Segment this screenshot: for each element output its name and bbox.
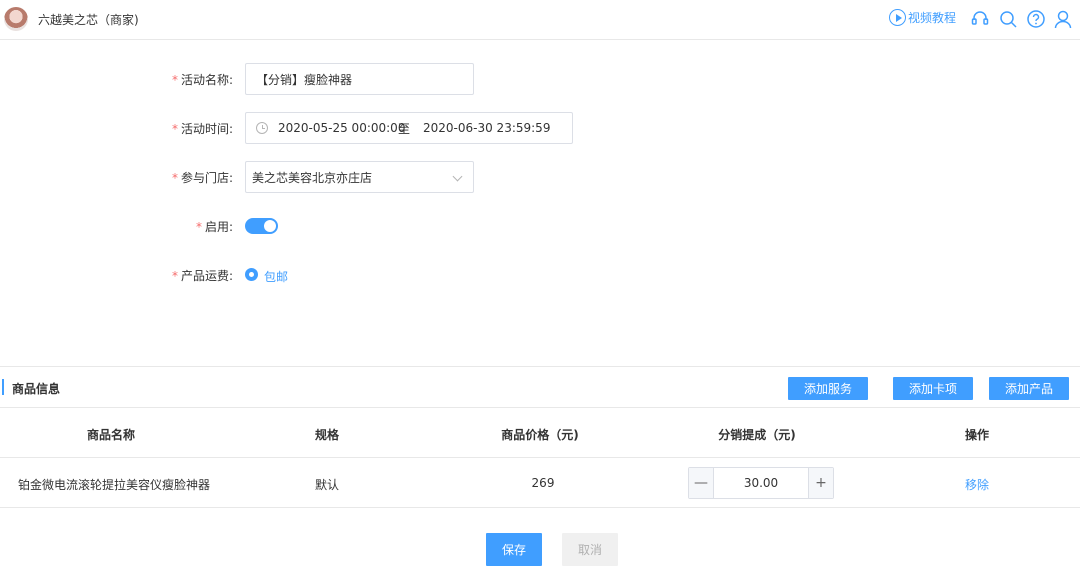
required-mark: *: [171, 72, 178, 87]
end-date: 2020-06-30 23:59:59: [423, 121, 551, 135]
required-mark: *: [195, 219, 202, 234]
shipping-row: * 产品运费:: [0, 259, 233, 291]
goods-section-title: 商品信息: [12, 382, 61, 396]
increment-button[interactable]: +: [808, 468, 833, 498]
required-mark: *: [171, 170, 178, 185]
avatar[interactable]: [4, 7, 28, 31]
free-shipping-label[interactable]: 包邮: [264, 268, 288, 285]
goods-section-header: 商品信息 添加服务 添加卡项 添加产品: [0, 366, 1080, 408]
activity-time-row: * 活动时间:: [0, 112, 233, 144]
column-header: 规格: [314, 428, 340, 442]
add-service-button[interactable]: 添加服务: [788, 377, 868, 400]
store-label: * 参与门店:: [171, 170, 233, 185]
user-icon[interactable]: [1053, 9, 1073, 29]
store-name: 六越美之芯（商家): [38, 13, 139, 27]
remove-link[interactable]: 移除: [965, 476, 989, 493]
product-name: 铂金微电流滚轮提拉美容仪瘦脸神器: [18, 478, 211, 492]
enabled-label: * 启用:: [195, 219, 233, 234]
enabled-toggle[interactable]: [245, 218, 278, 234]
cancel-button[interactable]: 取消: [562, 533, 618, 566]
top-bar: 六越美之芯（商家) 视频教程: [0, 0, 1080, 40]
range-separator: 至: [398, 121, 411, 136]
shipping-label: * 产品运费:: [171, 268, 233, 283]
help-icon[interactable]: [1026, 9, 1046, 29]
activity-name-row: * 活动名称:: [0, 63, 233, 95]
store-row: * 参与门店:: [0, 161, 233, 193]
store-select[interactable]: 美之芯美容北京亦庄店: [245, 161, 474, 193]
enabled-row: * 启用:: [0, 210, 233, 242]
add-card-button[interactable]: 添加卡项: [893, 377, 973, 400]
activity-name-label: * 活动名称:: [171, 72, 233, 87]
date-range-picker[interactable]: 2020-05-25 00:00:00 至 2020-06-30 23:59:5…: [245, 112, 573, 144]
free-shipping-radio[interactable]: [245, 268, 258, 281]
clock-icon: [256, 122, 268, 134]
product-price: 269: [531, 476, 555, 490]
video-tutorial-label: 视频教程: [908, 11, 957, 25]
product-spec: 默认: [314, 478, 340, 492]
table-row: 铂金微电流滚轮提拉美容仪瘦脸神器 默认 269 — 30.00 + 移除: [0, 458, 1080, 508]
activity-name-input[interactable]: 【分销】瘦脸神器: [245, 63, 474, 95]
chevron-down-icon: [452, 171, 463, 182]
save-button[interactable]: 保存: [486, 533, 542, 566]
headset-icon[interactable]: [970, 9, 990, 29]
column-header: 操作: [964, 428, 990, 442]
start-date: 2020-05-25 00:00:00: [278, 121, 406, 135]
goods-table-header: 商品名称 规格 商品价格（元) 分销提成（元) 操作: [0, 408, 1080, 458]
column-header: 商品价格（元): [501, 428, 579, 442]
column-header: 分销提成（元): [718, 428, 796, 442]
add-product-button[interactable]: 添加产品: [989, 377, 1069, 400]
store-select-value: 美之芯美容北京亦庄店: [252, 170, 373, 185]
decrement-button[interactable]: —: [689, 468, 714, 498]
required-mark: *: [171, 121, 178, 136]
section-accent-bar: [2, 379, 4, 395]
column-header: 商品名称: [86, 428, 136, 442]
toggle-knob: [264, 220, 276, 232]
activity-name-value: 【分销】瘦脸神器: [256, 72, 353, 87]
video-tutorial-link[interactable]: 视频教程: [889, 9, 956, 26]
search-icon[interactable]: [998, 9, 1018, 29]
play-icon: [889, 9, 906, 26]
activity-time-label: * 活动时间:: [171, 121, 233, 136]
commission-stepper: — 30.00 +: [688, 467, 834, 499]
required-mark: *: [171, 268, 178, 283]
commission-input[interactable]: 30.00: [715, 468, 807, 498]
